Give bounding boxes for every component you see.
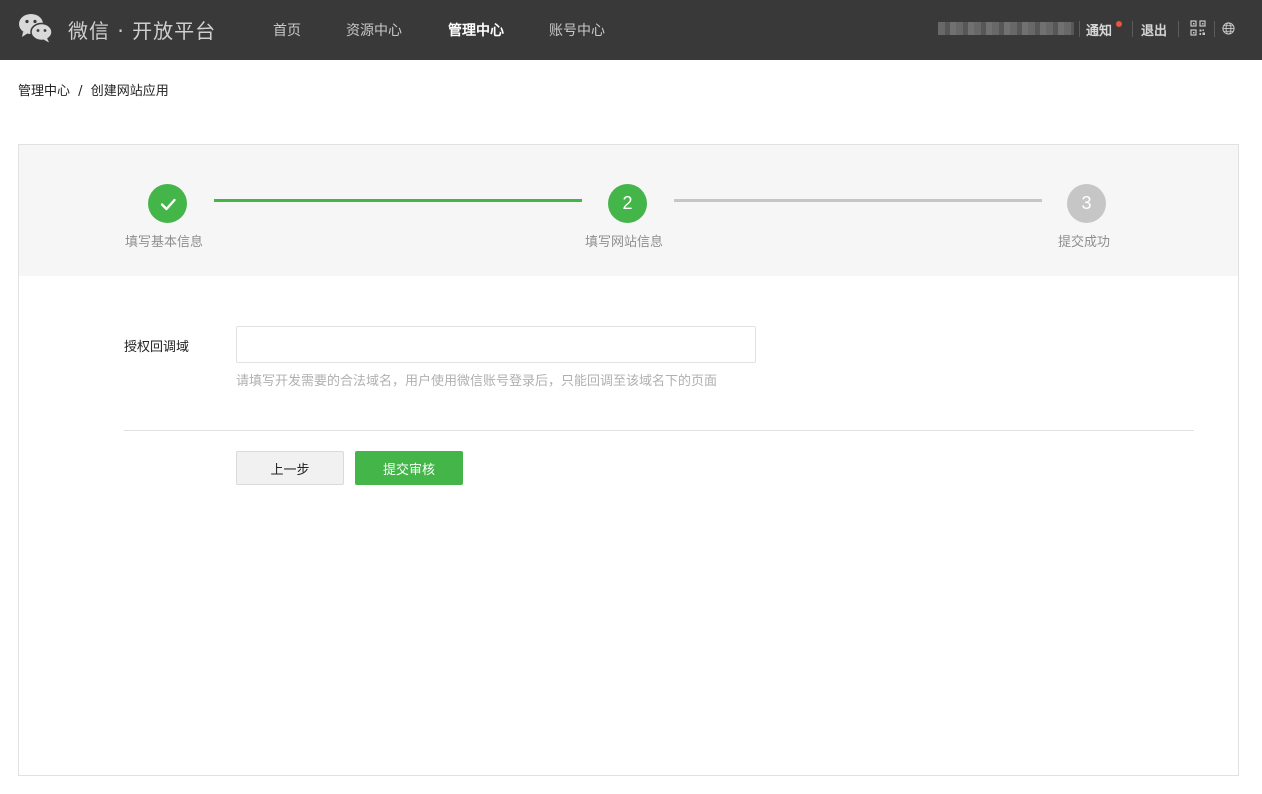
create-website-app-card: 填写基本信息 2 填写网站信息 3 提交成功 授权回调域 请填写开发需要的合法域… — [18, 144, 1239, 776]
form-divider — [124, 430, 1194, 431]
step-progress-line-complete — [214, 199, 582, 202]
previous-step-button[interactable]: 上一步 — [236, 451, 344, 485]
divider — [1214, 21, 1215, 37]
submit-review-button[interactable]: 提交审核 — [355, 451, 463, 485]
nav-management-center[interactable]: 管理中心 — [448, 20, 504, 40]
user-account-name[interactable] — [938, 22, 1074, 35]
step-3-number: 3 — [1067, 184, 1106, 223]
step-1-label: 填写基本信息 — [125, 235, 204, 250]
notice-badge — [1116, 21, 1122, 27]
brand-title: 微信 · 开放平台 — [68, 19, 217, 43]
callback-domain-label: 授权回调域 — [124, 340, 190, 355]
nav-resource-center[interactable]: 资源中心 — [346, 20, 402, 40]
nav-account-center[interactable]: 账号中心 — [549, 20, 605, 40]
breadcrumb-separator: / — [78, 84, 83, 99]
nav-home[interactable]: 首页 — [273, 20, 301, 40]
wechat-logo-icon[interactable] — [18, 12, 54, 44]
logout-link[interactable]: 退出 — [1141, 20, 1167, 39]
check-icon — [160, 198, 176, 210]
divider — [1132, 21, 1133, 37]
qrcode-icon[interactable] — [1190, 20, 1206, 36]
divider — [1178, 21, 1179, 37]
step-3-label: 提交成功 — [1058, 235, 1111, 250]
step-2-number: 2 — [608, 184, 647, 223]
globe-icon[interactable] — [1222, 22, 1235, 35]
step-progress-line-pending — [674, 199, 1042, 202]
divider — [1079, 21, 1080, 37]
callback-domain-tip: 请填写开发需要的合法域名，用户使用微信账号登录后，只能回调至该域名下的页面 — [236, 374, 718, 389]
notice-link[interactable]: 通知 — [1086, 20, 1112, 39]
callback-domain-input[interactable] — [236, 326, 756, 363]
step-1-check-icon — [148, 184, 187, 223]
breadcrumb-management-center[interactable]: 管理中心 — [18, 84, 70, 99]
breadcrumb-current: 创建网站应用 — [90, 84, 169, 99]
step-2-label: 填写网站信息 — [585, 235, 664, 250]
breadcrumb: 管理中心 / 创建网站应用 — [18, 80, 169, 99]
step-indicator: 填写基本信息 2 填写网站信息 3 提交成功 — [19, 145, 1238, 276]
top-bar: 微信 · 开放平台 首页 资源中心 管理中心 账号中心 通知 退出 — [0, 0, 1262, 60]
